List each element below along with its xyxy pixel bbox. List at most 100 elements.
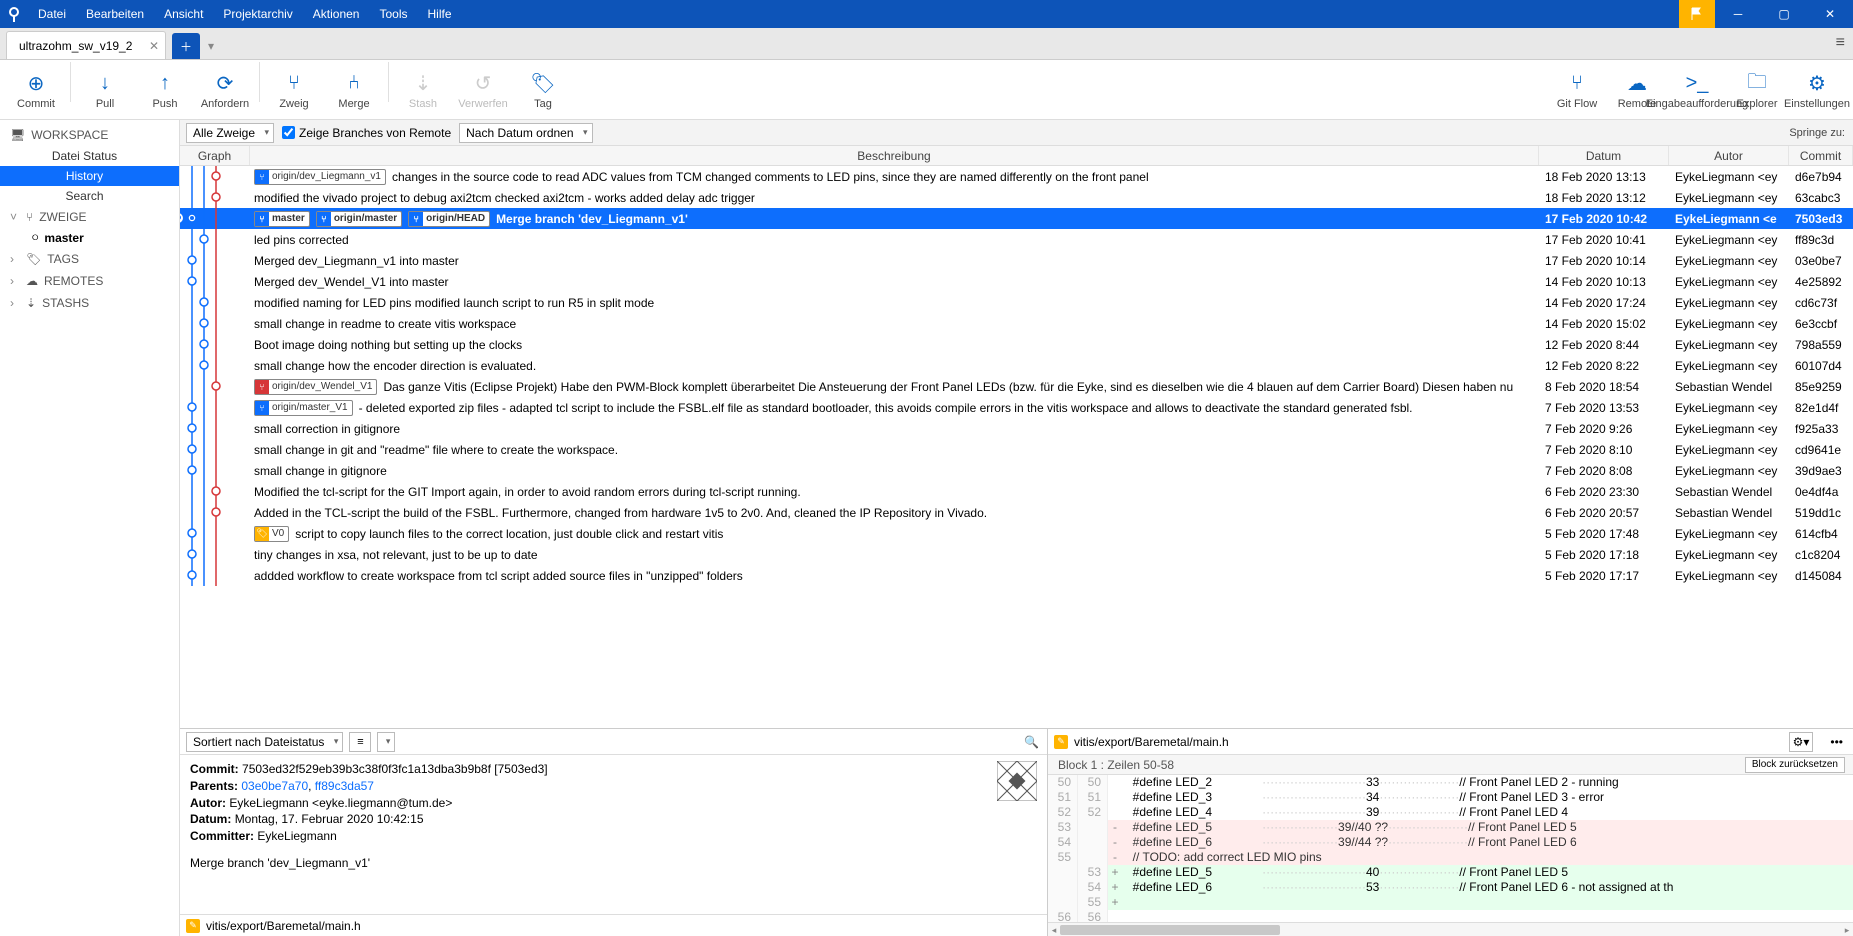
commit-row[interactable]: modified the vivado project to debug axi… <box>180 187 1853 208</box>
commit-row[interactable]: modified naming for LED pins modified la… <box>180 292 1853 313</box>
sidebar-remotes-header[interactable]: ›☁REMOTES <box>0 270 179 292</box>
merge-button[interactable]: ⑃Merge <box>324 62 384 118</box>
fetch-button[interactable]: ⟳Anfordern <box>195 62 255 118</box>
commit-row[interactable]: ⑂origin/master_V1- deleted exported zip … <box>180 397 1853 418</box>
commit-row[interactable]: led pins corrected17 Feb 2020 10:41EykeL… <box>180 229 1853 250</box>
show-remote-checkbox[interactable]: Zeige Branches von Remote <box>282 126 451 140</box>
col-date[interactable]: Datum <box>1539 146 1669 165</box>
diff-horizontal-scrollbar[interactable]: ◂ ▸ <box>1048 922 1853 936</box>
sort-combo[interactable]: Sortiert nach Dateistatus <box>186 732 343 752</box>
pull-button[interactable]: ↓Pull <box>75 62 135 118</box>
diff-line[interactable]: 53+ #define LED_5 ······················… <box>1048 865 1853 880</box>
commit-row[interactable]: tiny changes in xsa, not relevant, just … <box>180 544 1853 565</box>
commit-row[interactable]: 🏷V0script to copy launch files to the co… <box>180 523 1853 544</box>
col-author[interactable]: Autor <box>1669 146 1789 165</box>
branch-button[interactable]: ⑂Zweig <box>264 62 324 118</box>
commit-row[interactable]: ⑂origin/dev_Wendel_V1Das ganze Vitis (Ec… <box>180 376 1853 397</box>
commit-row[interactable]: small change in readme to create vitis w… <box>180 313 1853 334</box>
gitflow-button[interactable]: ⑂Git Flow <box>1547 62 1607 118</box>
scroll-left-arrow[interactable]: ◂ <box>1048 923 1060 936</box>
flag-button[interactable] <box>1679 0 1715 28</box>
diff-line[interactable]: 54- #define LED_6 ···················39/… <box>1048 835 1853 850</box>
push-button[interactable]: ↑Push <box>135 62 195 118</box>
sidebar-workspace-header[interactable]: 🖥WORKSPACE <box>0 124 179 146</box>
menu-datei[interactable]: Datei <box>28 0 76 28</box>
reset-hunk-button[interactable]: Block zurücksetzen <box>1745 757 1845 773</box>
ref-badge[interactable]: ⑂origin/master_V1 <box>254 400 353 416</box>
ref-badge[interactable]: ⑂origin/HEAD <box>408 211 490 227</box>
repo-tab[interactable]: ultrazohm_sw_v19_2 ✕ <box>6 31 166 59</box>
col-commit[interactable]: Commit <box>1789 146 1853 165</box>
commit-row[interactable]: small change in git and "readme" file wh… <box>180 439 1853 460</box>
sidebar-item-search[interactable]: Search <box>0 186 179 206</box>
diff-line[interactable]: 5151 #define LED_3 ·····················… <box>1048 790 1853 805</box>
commit-row[interactable]: addded workflow to create workspace from… <box>180 565 1853 586</box>
commit-row[interactable]: ⑂origin/dev_Liegmann_v1changes in the so… <box>180 166 1853 187</box>
minimize-button[interactable]: ─ <box>1715 0 1761 28</box>
commit-row[interactable]: small correction in gitignore7 Feb 2020 … <box>180 418 1853 439</box>
new-tab-button[interactable]: ＋ <box>172 33 200 59</box>
diff-body[interactable]: 5050 #define LED_2 ·····················… <box>1048 775 1853 922</box>
sidebar-item-datei-status[interactable]: Datei Status <box>0 146 179 166</box>
branch-master[interactable]: ⭘master <box>0 228 179 248</box>
parent-link-1[interactable]: 03e0be7a70 <box>241 779 308 793</box>
sidebar-stashes-header[interactable]: ›⇣STASHS <box>0 292 179 314</box>
menu-hilfe[interactable]: Hilfe <box>418 0 462 28</box>
explorer-button[interactable]: 🗀Explorer <box>1727 62 1787 118</box>
ref-badge[interactable]: ⑂origin/master <box>316 211 402 227</box>
tab-dropdown[interactable]: ▾ <box>202 33 220 59</box>
menu-aktionen[interactable]: Aktionen <box>303 0 370 28</box>
ref-badge[interactable]: 🏷V0 <box>254 526 289 542</box>
commit-row[interactable]: ⑂master⑂origin/master⑂origin/HEADMerge b… <box>180 208 1853 229</box>
diff-line[interactable]: 53- #define LED_5 ···················39/… <box>1048 820 1853 835</box>
branch-filter-combo[interactable]: Alle Zweige <box>186 123 274 143</box>
scroll-thumb[interactable] <box>1060 925 1280 935</box>
hamburger-icon[interactable]: ≡ <box>1836 34 1845 52</box>
scroll-right-arrow[interactable]: ▸ <box>1841 923 1853 936</box>
commit-row[interactable]: small change in gitignore7 Feb 2020 8:08… <box>180 460 1853 481</box>
diff-settings-button[interactable]: ⚙▾ <box>1789 732 1813 752</box>
col-graph[interactable]: Graph <box>180 146 250 165</box>
ref-badge[interactable]: ⑂master <box>254 211 310 227</box>
commit-grid[interactable]: ⑂origin/dev_Liegmann_v1changes in the so… <box>180 166 1853 728</box>
menu-tools[interactable]: Tools <box>369 0 417 28</box>
commit-row[interactable]: Boot image doing nothing but setting up … <box>180 334 1853 355</box>
commit-row[interactable]: small change how the encoder direction i… <box>180 355 1853 376</box>
ref-badge[interactable]: ⑂origin/dev_Wendel_V1 <box>254 379 377 395</box>
menu-projektarchiv[interactable]: Projektarchiv <box>213 0 302 28</box>
commit-row[interactable]: Merged dev_Liegmann_v1 into master17 Feb… <box>180 250 1853 271</box>
view-options[interactable] <box>377 732 395 752</box>
diff-line[interactable]: 5050 #define LED_2 ·····················… <box>1048 775 1853 790</box>
close-button[interactable]: ✕ <box>1807 0 1853 28</box>
discard-button[interactable]: ↺Verwerfen <box>453 62 513 118</box>
diff-line[interactable]: 55- // TODO: add correct LED MIO pins <box>1048 850 1853 865</box>
changed-file-row[interactable]: ✎ vitis/export/Baremetal/main.h <box>180 914 1047 936</box>
menu-bearbeiten[interactable]: Bearbeiten <box>76 0 154 28</box>
settings-button[interactable]: ⚙Einstellungen <box>1787 62 1847 118</box>
sidebar-tags-header[interactable]: ›🏷TAGS <box>0 248 179 270</box>
diff-line[interactable]: 5252 #define LED_4 ·····················… <box>1048 805 1853 820</box>
parent-link-2[interactable]: ff89c3da57 <box>315 779 374 793</box>
diff-more-button[interactable]: ••• <box>1830 735 1843 749</box>
commit-row[interactable]: Merged dev_Wendel_V1 into master14 Feb 2… <box>180 271 1853 292</box>
commit-button[interactable]: ⊕Commit <box>6 62 66 118</box>
ref-badge[interactable]: ⑂origin/dev_Liegmann_v1 <box>254 169 386 185</box>
diff-line[interactable]: 5656 <box>1048 910 1853 922</box>
sidebar-item-history[interactable]: History <box>0 166 179 186</box>
tab-close-icon[interactable]: ✕ <box>149 39 159 53</box>
tag-button[interactable]: 🏷Tag <box>513 62 573 118</box>
sidebar-branches-header[interactable]: ˅⑂ZWEIGE <box>0 206 179 228</box>
diff-line[interactable]: 55+ <box>1048 895 1853 910</box>
col-description[interactable]: Beschreibung <box>250 146 1539 165</box>
view-mode-button[interactable]: ≡ <box>349 732 371 752</box>
diff-header: ✎ vitis/export/Baremetal/main.h ⚙▾ ••• <box>1048 729 1853 755</box>
order-combo[interactable]: Nach Datum ordnen <box>459 123 592 143</box>
search-icon[interactable]: 🔍 <box>1024 735 1039 749</box>
diff-line[interactable]: 54+ #define LED_6 ······················… <box>1048 880 1853 895</box>
menu-ansicht[interactable]: Ansicht <box>154 0 213 28</box>
commit-row[interactable]: Modified the tcl-script for the GIT Impo… <box>180 481 1853 502</box>
terminal-button[interactable]: >_Eingabeaufforderung <box>1667 62 1727 118</box>
stash-button[interactable]: ⇣Stash <box>393 62 453 118</box>
maximize-button[interactable]: ▢ <box>1761 0 1807 28</box>
commit-row[interactable]: Added in the TCL-script the build of the… <box>180 502 1853 523</box>
